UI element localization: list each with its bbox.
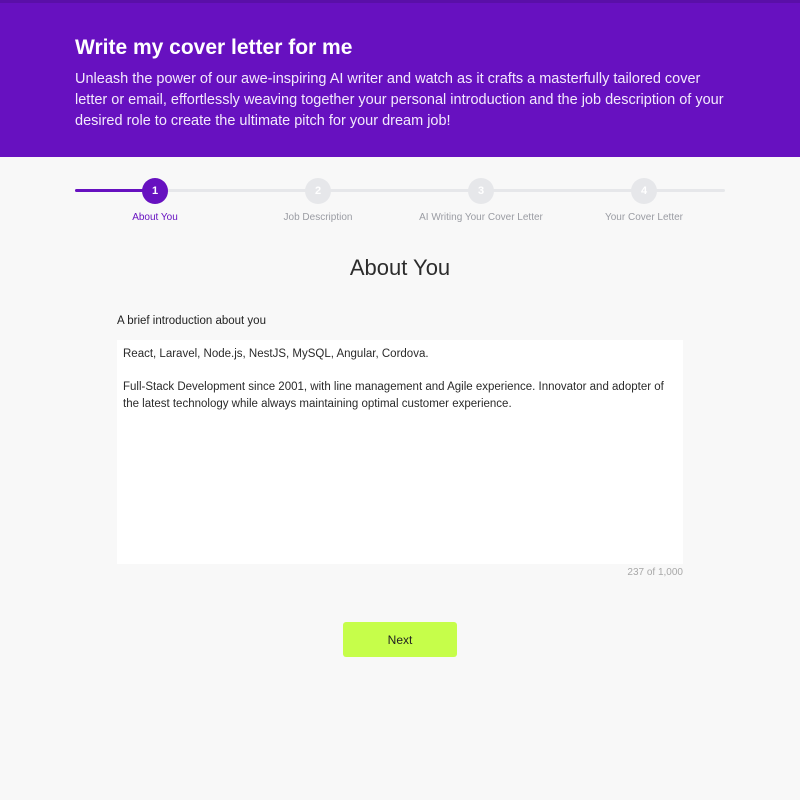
- page-title: Write my cover letter for me: [75, 36, 353, 59]
- step-job-description: 2 Job Description: [238, 178, 398, 223]
- step-label: Job Description: [283, 212, 353, 223]
- step-number-badge: 3: [468, 178, 494, 204]
- progress-stepper: 1 About You 2 Job Description 3 AI Writi…: [75, 178, 725, 228]
- step-label: About You: [132, 212, 178, 223]
- character-counter: 237 of 1,000: [627, 567, 683, 578]
- next-button[interactable]: Next: [343, 622, 457, 657]
- step-label: Your Cover Letter: [604, 212, 683, 223]
- intro-textarea[interactable]: React, Laravel, Node.js, NestJS, MySQL, …: [117, 340, 683, 564]
- step-label: AI Writing Your Cover Letter: [419, 212, 543, 223]
- intro-field-label: A brief introduction about you: [117, 315, 266, 327]
- step-number-badge: 4: [631, 178, 657, 204]
- hero-banner: Write my cover letter for me Unleash the…: [0, 0, 800, 157]
- page-description: Unleash the power of our awe-inspiring A…: [75, 71, 724, 129]
- section-title: About You: [349, 255, 451, 280]
- step-ai-writing: 3 AI Writing Your Cover Letter: [401, 178, 561, 223]
- step-about-you: 1 About You: [75, 178, 235, 223]
- step-your-cover-letter: 4 Your Cover Letter: [564, 178, 724, 223]
- step-number-badge: 2: [305, 178, 331, 204]
- step-number-badge: 1: [142, 178, 168, 204]
